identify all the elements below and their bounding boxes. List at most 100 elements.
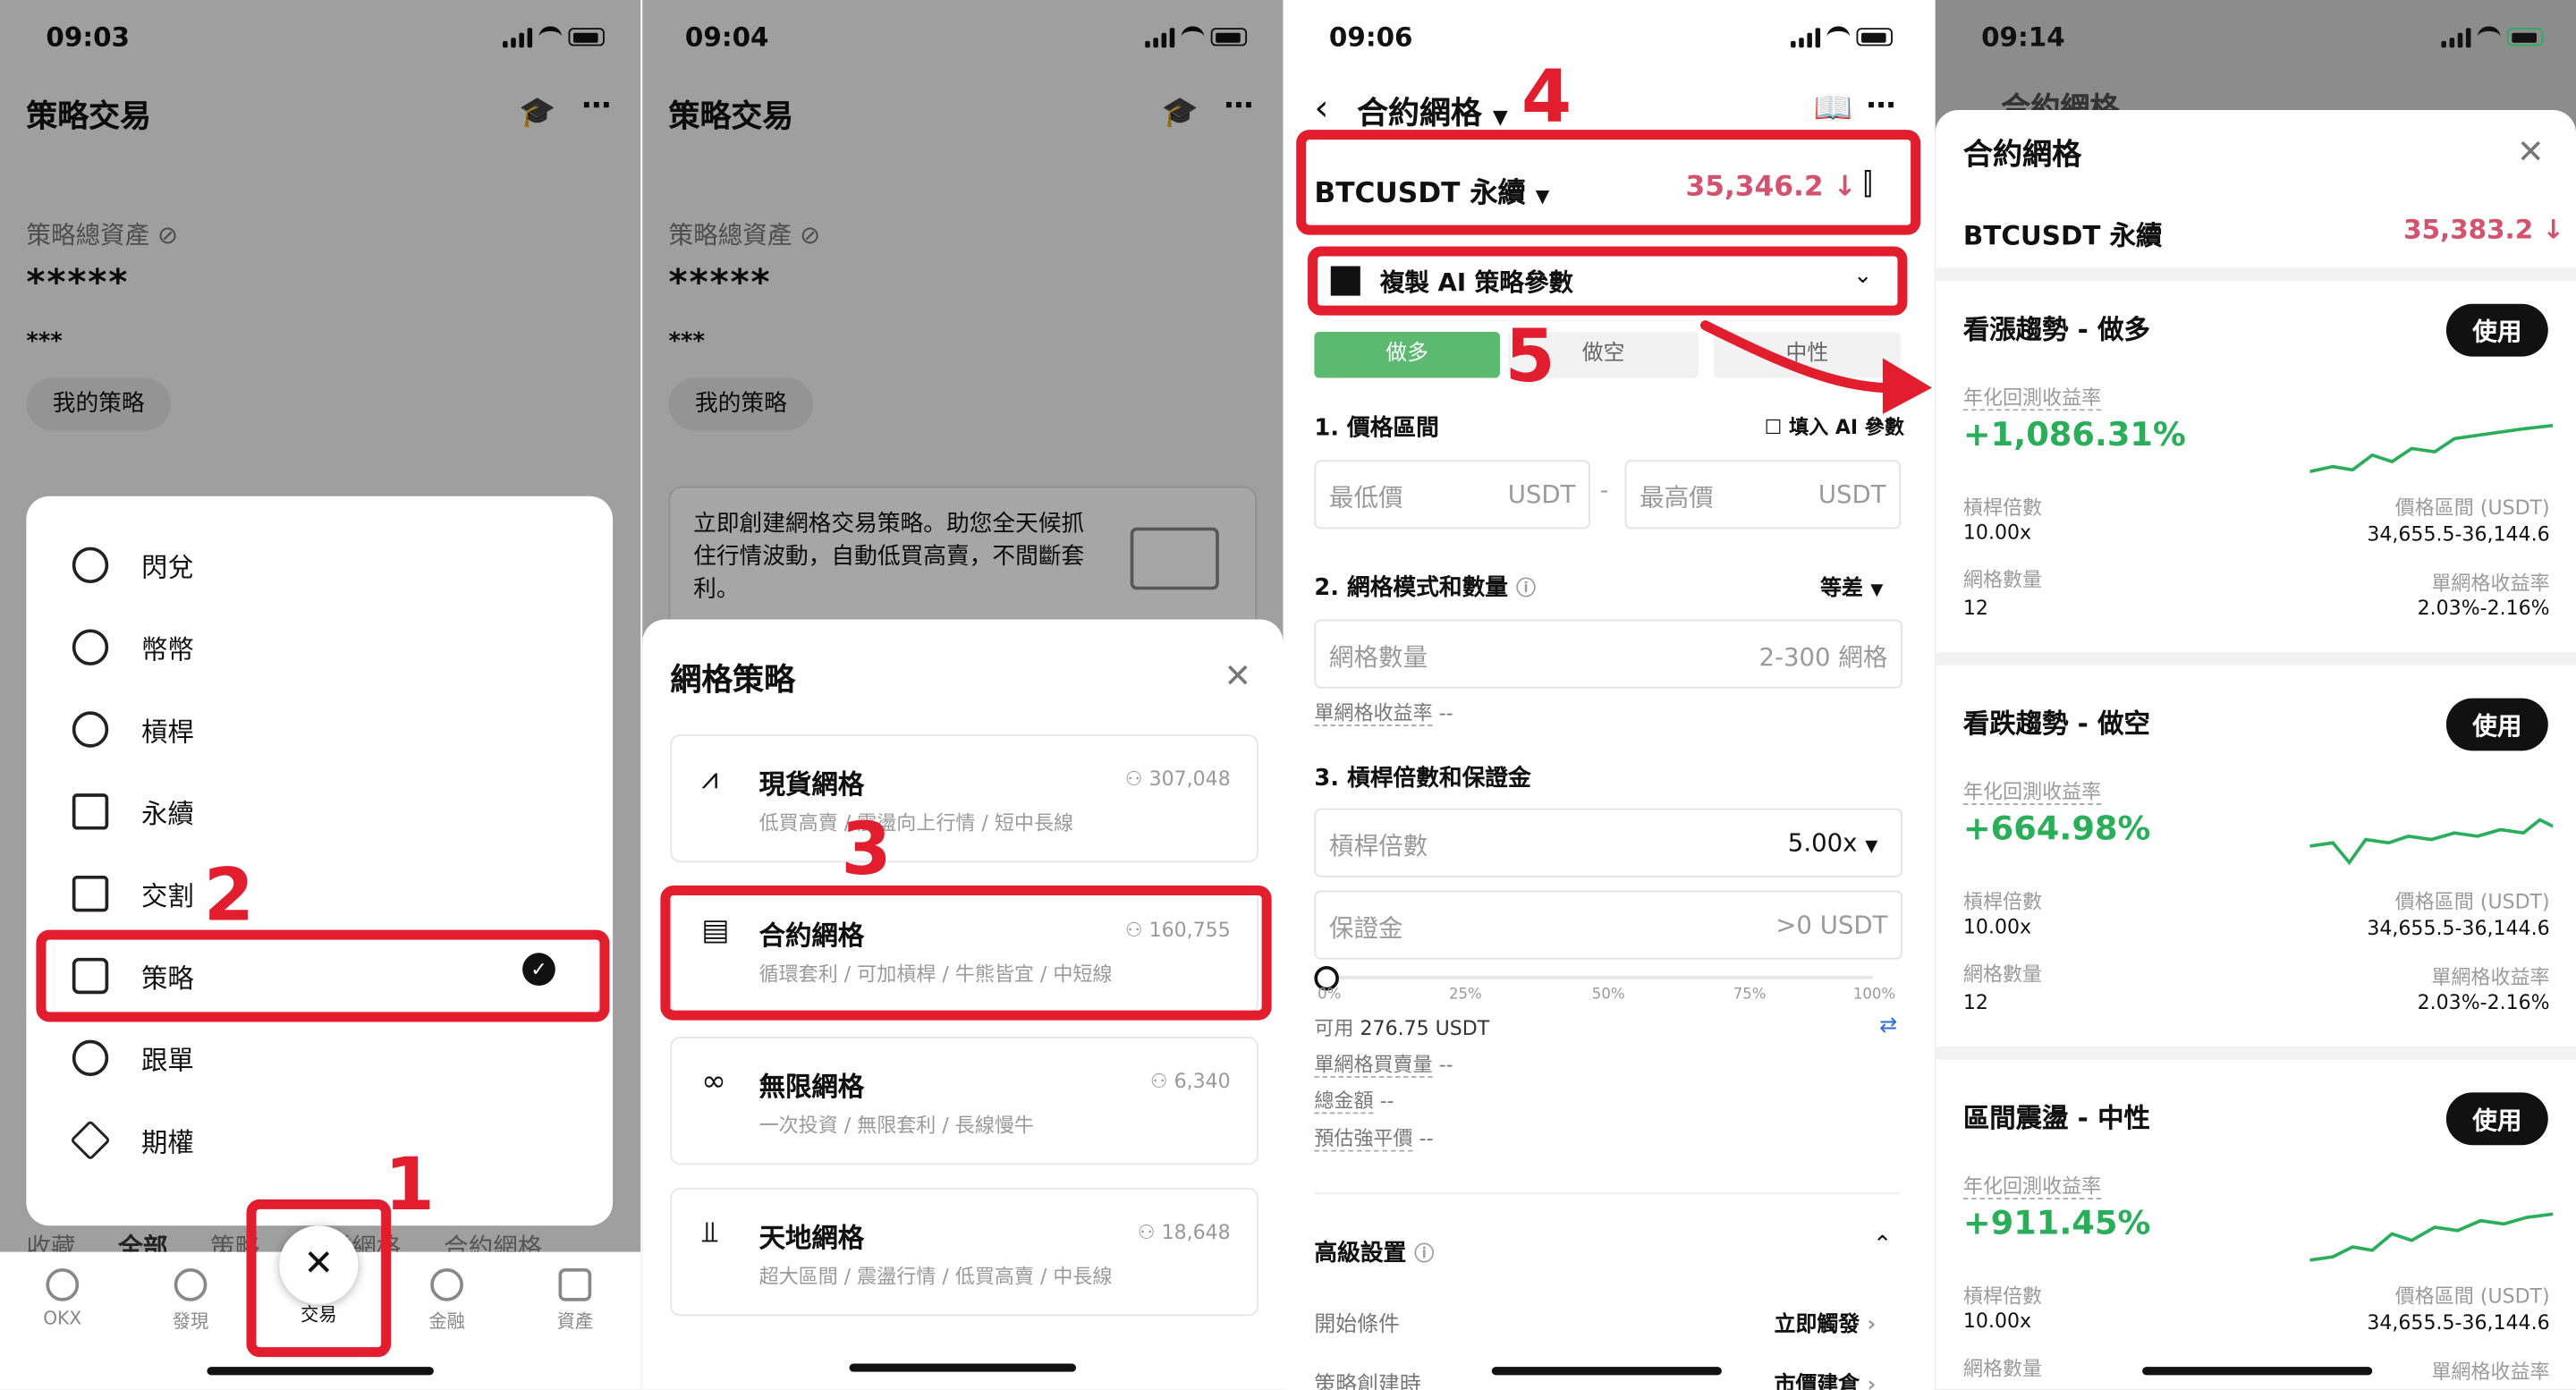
grid-qty-label: 網格數量 — [1962, 962, 2043, 987]
strategy-name: 區間震盪 - 中性 — [1962, 1102, 2150, 1134]
menu-item-options[interactable]: 期權 — [70, 1119, 194, 1161]
earn-icon — [430, 1267, 463, 1301]
option-tags: 低買高賣 / 震盪向上行情 / 短中長線 — [758, 811, 1074, 835]
close-icon[interactable]: ✕ — [2517, 131, 2545, 171]
menu-item-futures[interactable]: 交割 — [72, 874, 194, 913]
est-liq-price: 預估強平價 -- — [1314, 1127, 1434, 1152]
use-button[interactable]: 使用 — [2445, 1092, 2548, 1146]
menu-item-margin[interactable]: 槓桿 — [72, 709, 194, 749]
option-infinity-grid[interactable]: ∞ 無限網格 ⚇ 6,340 一次投資 / 無限套利 / 長線慢牛 — [670, 1036, 1258, 1165]
roi-label: 年化回測收益率 — [1962, 1174, 2102, 1199]
home-indicator — [1491, 1367, 1722, 1376]
tab-earn[interactable]: 金融 — [404, 1267, 490, 1334]
option-spot-grid[interactable]: ⩘ 現貨網格 ⚇ 307,048 低買高賣 / 震盪向上行情 / 短中長線 — [670, 734, 1258, 863]
margin-input[interactable]: 保證金 >0 USDT — [1314, 890, 1902, 960]
max-price-input[interactable]: 最高價 USDT — [1624, 460, 1902, 530]
slider-tick: 0% — [1318, 987, 1342, 1004]
leverage-value: 10.00x — [1962, 915, 2032, 938]
info-icon[interactable]: ⓘ — [1516, 577, 1536, 600]
sparkline — [2309, 423, 2554, 473]
option-name: 現貨網格 — [758, 768, 865, 801]
menu-item-copy-trade[interactable]: 跟單 — [72, 1038, 194, 1078]
home-indicator — [207, 1367, 434, 1376]
infinity-grid-icon: ∞ — [701, 1064, 726, 1099]
futures-icon — [72, 875, 109, 912]
menu-item-convert[interactable]: 閃兌 — [72, 546, 194, 585]
highlight-futures-grid — [660, 886, 1272, 1021]
spot-grid-icon: ⩘ — [701, 762, 718, 797]
info-icon[interactable]: ⓘ — [1414, 1242, 1434, 1266]
screen-1: 09:03 策略交易 🎓 ⋯ 策略總資產 ⊘ ***** *** 我的策略 收藏… — [0, 0, 641, 1390]
highlight-pair — [1296, 130, 1921, 235]
available-balance: 可用 276.75 USDT — [1314, 1016, 1490, 1040]
close-icon[interactable]: ✕ — [1224, 656, 1251, 695]
range-label: 價格區間 (USDT) — [2394, 890, 2550, 914]
per-grid-value: 2.03%-2.16% — [2417, 990, 2550, 1014]
tab-okx[interactable]: OKX — [20, 1267, 106, 1329]
roi-value: +1,086.31% — [1962, 413, 2186, 453]
range-dash: - — [1599, 478, 1609, 504]
leverage-value: 10.00x — [1962, 521, 2032, 544]
divider — [1935, 652, 2576, 665]
users-icon: ⚇ — [1137, 1220, 1156, 1244]
tab-discover[interactable]: 發現 — [148, 1267, 233, 1334]
sparkline — [2309, 1212, 2554, 1262]
margin-slider-track[interactable] — [1324, 976, 1873, 979]
advanced-settings[interactable]: 高級設置 ⓘ — [1314, 1235, 1434, 1268]
range-label: 價格區間 (USDT) — [2394, 1284, 2550, 1309]
discover-icon — [174, 1267, 208, 1301]
trade-menu: 閃兌 幣幣 槓桿 永續 交割 策略 ✓ 跟單 期權 — [26, 496, 614, 1226]
transfer-icon[interactable]: ⇄ — [1879, 1013, 1897, 1038]
per-grid-label: 單網格收益率 — [2431, 966, 2550, 989]
option-range-grid[interactable]: ⫫ 天地網格 ⚇ 18,648 超大區間 / 震盪行情 / 低買高賣 / 中長線 — [670, 1187, 1258, 1317]
sheet-title: 網格策略 — [670, 662, 796, 699]
roi-label: 年化回測收益率 — [1962, 780, 2102, 806]
chevron-up-icon[interactable]: ⌃ — [1873, 1233, 1893, 1259]
margin-icon — [72, 711, 109, 748]
start-condition-value[interactable]: 立即觸發 › — [1775, 1306, 1877, 1338]
menu-item-perpetual[interactable]: 永續 — [72, 792, 194, 831]
use-button[interactable]: 使用 — [2445, 698, 2548, 751]
divider — [1935, 1047, 2576, 1060]
leverage-label: 槓桿倍數 — [1962, 890, 2043, 914]
back-icon[interactable]: ‹ — [1314, 89, 1328, 130]
min-price-input[interactable]: 最低價 USDT — [1314, 460, 1590, 530]
home-indicator — [2142, 1367, 2373, 1376]
perpetual-icon — [72, 793, 109, 830]
pair-name: BTCUSDT 永續 — [1962, 220, 2163, 252]
slider-tick: 50% — [1591, 987, 1625, 1004]
grid-qty-label: 網格數量 — [1962, 1357, 2043, 1380]
section-price-range: 1. 價格區間 — [1314, 415, 1439, 443]
flash-icon — [72, 547, 109, 584]
grid-qty-label: 網格數量 — [1962, 568, 2043, 592]
leverage-select[interactable]: 槓桿倍數 5.00x ▼ — [1314, 808, 1902, 877]
range-grid-icon: ⫫ — [701, 1216, 718, 1250]
status-icons — [2441, 26, 2544, 47]
menu-item-spot[interactable]: 幣幣 — [72, 628, 194, 667]
section-grid-mode: 2. 網格模式和數量 ⓘ — [1314, 574, 1537, 602]
book-icon[interactable]: 📖 — [1814, 89, 1852, 126]
grid-quantity-input[interactable]: 網格數量 2-300 網格 — [1314, 619, 1902, 689]
tab-long[interactable]: 做多 — [1314, 332, 1500, 378]
start-condition-label: 開始條件 — [1314, 1312, 1400, 1338]
tab-assets[interactable]: 資產 — [532, 1267, 618, 1334]
screen-3: 09:06 ‹ 合約網格 ▼ 📖 ⋯ BTCUSDT 永續 ▼ 35,346.2… — [1284, 0, 1934, 1390]
grid-qty-value: 12 — [1962, 596, 1988, 620]
range-value: 34,655.5-36,144.6 — [2367, 916, 2550, 940]
page-title[interactable]: 合約網格 ▼ — [1357, 89, 1508, 133]
home-indicator — [849, 1363, 1077, 1372]
create-time-value[interactable]: 市價建倉 › — [1775, 1367, 1877, 1390]
more-icon[interactable]: ⋯ — [1867, 89, 1896, 123]
template-sheet: 合約網格 ✕ BTCUSDT 永續 35,383.2 ↓ 看漲趨勢 - 做多 使… — [1935, 110, 2576, 1390]
divider — [1314, 1192, 1900, 1195]
status-icons — [1791, 26, 1893, 47]
grid-mode-select[interactable]: 等差 ▼ — [1820, 570, 1883, 602]
per-grid-label: 單網格收益率 — [2431, 572, 2550, 595]
option-tags: 超大區間 / 震盪行情 / 低買高賣 / 中長線 — [758, 1265, 1113, 1289]
sheet-title: 合約網格 — [1962, 138, 2082, 173]
total-amount: 總金額 -- — [1314, 1089, 1394, 1115]
use-button[interactable]: 使用 — [2445, 303, 2548, 357]
annotation-3: 3 — [841, 808, 892, 893]
status-time: 09:14 — [1981, 21, 2065, 53]
option-tags: 一次投資 / 無限套利 / 長線慢牛 — [758, 1114, 1034, 1138]
